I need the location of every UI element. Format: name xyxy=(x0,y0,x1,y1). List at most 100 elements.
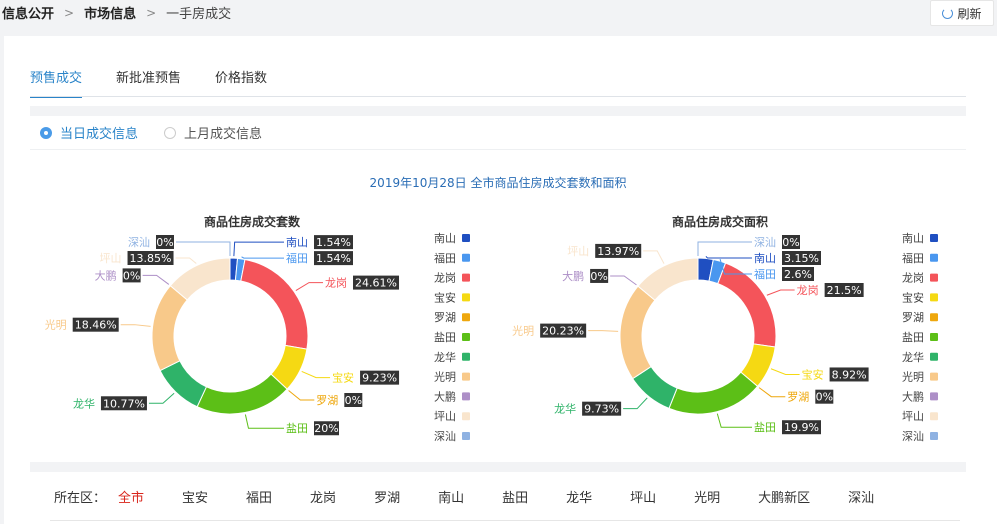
slice-label: 宝安 9.23% xyxy=(332,370,400,385)
legend-swatch[interactable] xyxy=(930,372,938,381)
legend-swatch[interactable] xyxy=(930,392,938,401)
slice-label: 南山 1.54% xyxy=(286,235,353,250)
district-item[interactable]: 全市 xyxy=(118,487,144,506)
legend-swatch[interactable] xyxy=(462,333,470,341)
chevron-right-icon: > xyxy=(64,5,75,20)
legend-swatch[interactable] xyxy=(930,293,938,302)
breadcrumb-item-current: 一手房成交 xyxy=(166,7,232,22)
pie-slice-坪山[interactable] xyxy=(637,257,699,301)
legend-swatch[interactable] xyxy=(462,313,470,322)
legend-swatch[interactable] xyxy=(930,273,938,282)
label-leader-line xyxy=(295,282,324,291)
legend-label: 龙岗 xyxy=(434,272,456,285)
slice-label: 光明 18.46% xyxy=(45,317,119,332)
legend-label: 罗湖 xyxy=(434,311,456,324)
slice-label-name: 罗湖 xyxy=(787,391,809,404)
slice-label-value: 24.61% xyxy=(355,277,397,290)
legend-label: 宝安 xyxy=(434,290,456,304)
label-leader-line xyxy=(770,368,800,375)
legend-swatch[interactable] xyxy=(462,253,470,262)
slice-label: 南山 3.15% xyxy=(754,251,821,265)
refresh-label: 刷新 xyxy=(957,6,982,21)
slice-label-value: 1.54% xyxy=(316,252,351,265)
slice-label-name: 深汕 xyxy=(754,236,776,249)
district-item[interactable]: 盐田 xyxy=(502,487,528,506)
legend-swatch[interactable] xyxy=(462,412,470,421)
district-item[interactable]: 龙岗 xyxy=(310,487,336,506)
label-leader-line xyxy=(610,275,637,286)
slice-label-name: 深汕 xyxy=(128,236,150,249)
slice-label-value: 0% xyxy=(816,391,833,404)
slice-label-name: 盐田 xyxy=(286,422,308,435)
slice-label: 坪山 13.97% xyxy=(567,243,642,258)
slice-label: 大鹏 0% xyxy=(95,268,141,283)
label-leader-line xyxy=(148,392,175,404)
slice-label-name: 龙华 xyxy=(73,396,95,410)
legend-swatch[interactable] xyxy=(462,432,470,440)
district-item[interactable]: 福田 xyxy=(246,487,272,506)
district-item[interactable]: 南山 xyxy=(438,487,464,506)
legend-label: 深汕 xyxy=(434,430,456,443)
slice-label-name: 光明 xyxy=(512,324,534,338)
district-item[interactable]: 光明 xyxy=(694,487,720,506)
main-chart-title: 2019年10月28日 全市商品住房成交套数和面积 xyxy=(370,175,627,190)
breadcrumb-item-market[interactable]: 市场信息 xyxy=(84,3,136,22)
legend-swatch[interactable] xyxy=(930,412,938,421)
pie-slice-光明[interactable] xyxy=(619,285,656,380)
slice-label-value: 0% xyxy=(782,236,799,249)
slice-label: 龙岗 24.61% xyxy=(325,275,400,290)
legend-swatch[interactable] xyxy=(462,392,470,401)
legend-swatch[interactable] xyxy=(462,293,470,302)
legend-label: 大鹏 xyxy=(434,389,456,403)
slice-label-name: 福田 xyxy=(754,267,776,281)
pie-slice-盐田[interactable] xyxy=(668,371,759,415)
legend-swatch[interactable] xyxy=(462,372,470,381)
chevron-right-icon: > xyxy=(146,5,157,20)
district-item[interactable]: 坪山 xyxy=(630,487,656,506)
slice-label-name: 龙华 xyxy=(554,402,576,416)
pie-slice-盐田[interactable] xyxy=(196,373,288,415)
district-item[interactable]: 龙华 xyxy=(566,487,592,506)
legend-swatch[interactable] xyxy=(462,273,470,282)
legend-swatch[interactable] xyxy=(462,234,470,242)
legend-swatch[interactable] xyxy=(930,352,938,361)
breadcrumb-item-info[interactable]: 信息公开 xyxy=(2,3,54,22)
refresh-button[interactable]: 刷新 xyxy=(930,0,994,26)
legend-swatch[interactable] xyxy=(930,432,938,440)
slice-label: 龙华 10.77% xyxy=(73,396,147,411)
legend-label: 坪山 xyxy=(902,410,924,423)
district-item[interactable]: 宝安 xyxy=(182,487,208,506)
slice-label-value: 21.5% xyxy=(827,284,862,297)
slice-label-name: 龙岗 xyxy=(325,277,347,290)
district-item[interactable]: 深汕 xyxy=(848,487,874,506)
label-leader-line xyxy=(716,413,752,428)
slice-label-value: 13.97% xyxy=(597,245,639,258)
legend-swatch[interactable] xyxy=(930,253,938,262)
slice-label-value: 19.9% xyxy=(784,421,819,434)
pie-slice-龙岗[interactable] xyxy=(240,258,309,350)
legend-label: 盐田 xyxy=(434,331,456,344)
legend-swatch[interactable] xyxy=(462,352,470,361)
slice-label-name: 南山 xyxy=(754,252,776,265)
district-item[interactable]: 大鹏新区 xyxy=(758,487,810,506)
slice-label-name: 大鹏 xyxy=(562,269,584,283)
legend-label: 光明 xyxy=(434,370,456,384)
legend-swatch[interactable] xyxy=(930,313,938,322)
pie-slice-坪山[interactable] xyxy=(169,257,231,301)
legend-label: 龙华 xyxy=(434,350,456,364)
label-leader-line xyxy=(766,289,795,296)
label-leader-line xyxy=(758,387,786,398)
slice-label-name: 盐田 xyxy=(754,421,776,434)
pie-slice-光明[interactable] xyxy=(151,285,188,372)
slice-label: 深汕 0% xyxy=(754,235,800,249)
slice-label: 盐田 19.9% xyxy=(754,420,821,435)
district-filter-label: 所在区： xyxy=(54,491,107,506)
district-filter: 所在区： 全市 宝安 福田 龙岗 罗湖 南山 盐田 龙华 坪山 光明 大鹏新区 深汕 xyxy=(54,487,912,506)
district-item[interactable]: 罗湖 xyxy=(374,487,400,506)
slice-label-name: 罗湖 xyxy=(316,394,338,407)
legend-swatch[interactable] xyxy=(930,333,938,341)
legend-swatch[interactable] xyxy=(930,234,938,242)
slice-label-value: 3.15% xyxy=(784,252,819,265)
slice-label: 深汕 0% xyxy=(128,235,174,249)
label-leader-line xyxy=(142,274,170,285)
